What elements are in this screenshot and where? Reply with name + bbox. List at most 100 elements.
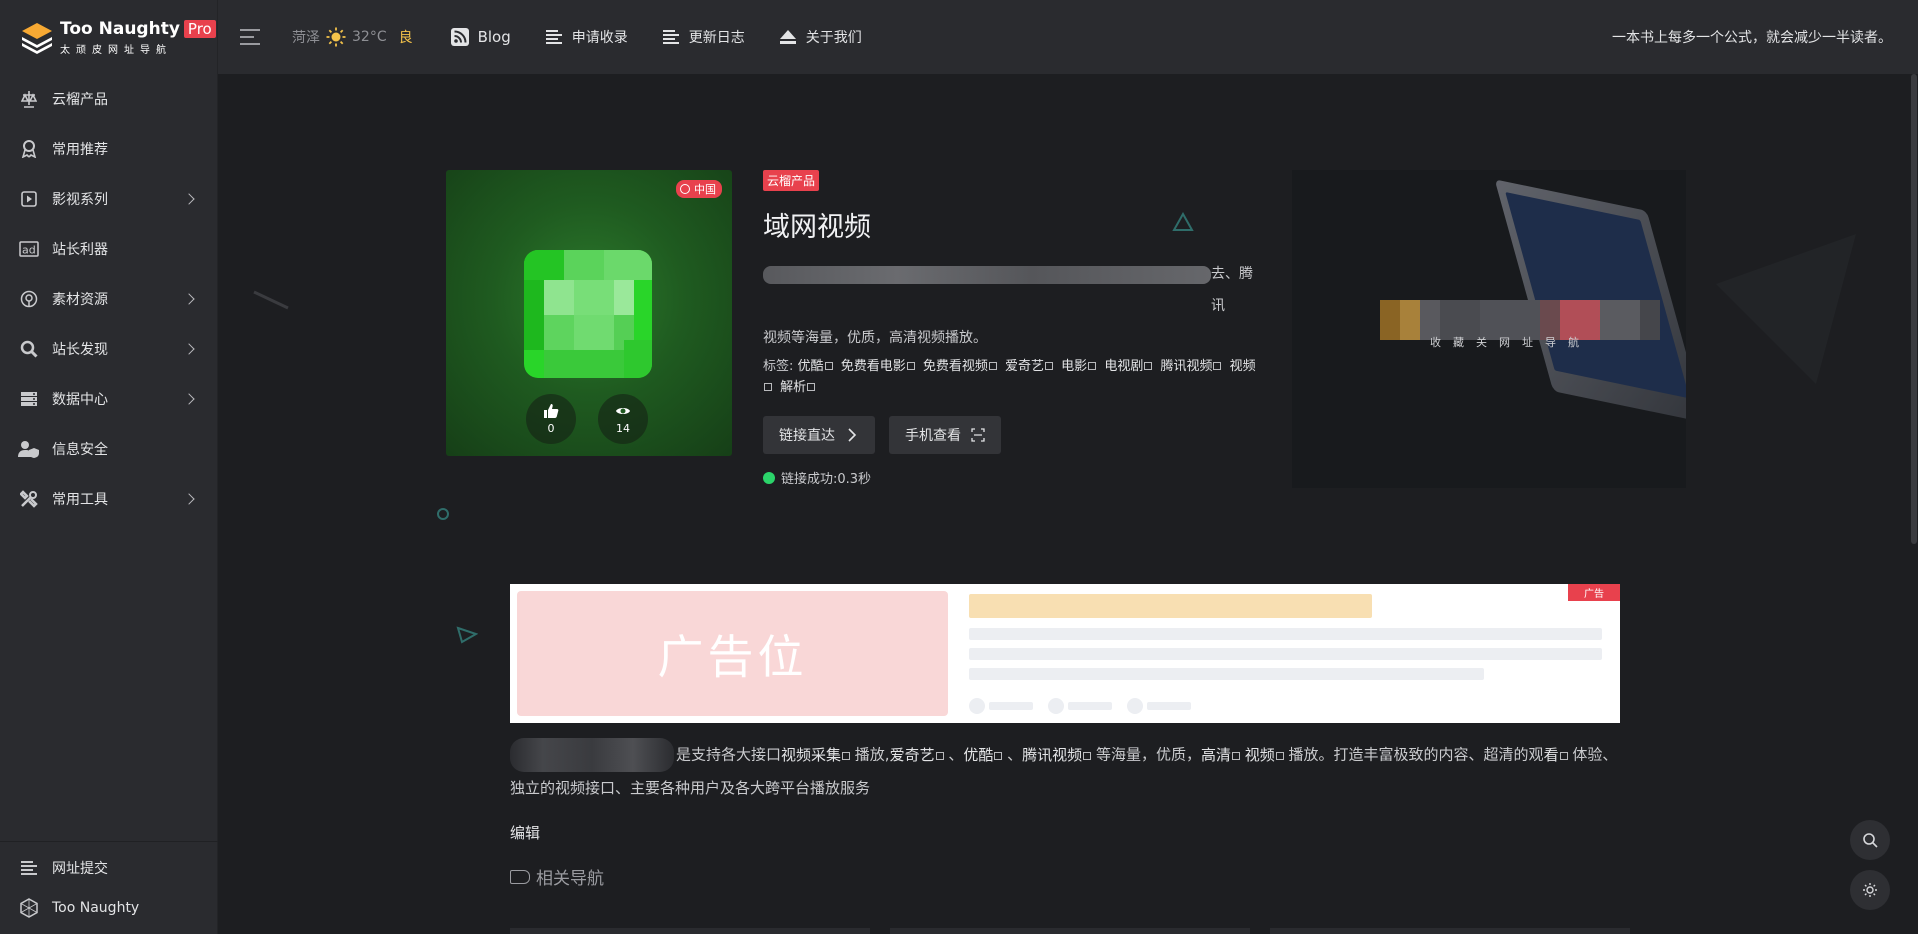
link-watch[interactable]: 看 bbox=[1544, 746, 1568, 764]
link-hd[interactable]: 高清 bbox=[1201, 746, 1240, 764]
ad-text-bar bbox=[969, 668, 1484, 680]
sidebar-item-yunliu[interactable]: 云榴产品 bbox=[0, 74, 217, 124]
line-deco-icon bbox=[253, 290, 289, 310]
sidebar-item-submit-url[interactable]: 网址提交 bbox=[0, 848, 218, 888]
related-nav-label: 相关导航 bbox=[536, 869, 604, 889]
ad-text-bar bbox=[969, 628, 1602, 640]
action-buttons: 链接直达 手机查看 bbox=[763, 416, 1263, 454]
visit-link-label: 链接直达 bbox=[779, 428, 835, 444]
related-card[interactable] bbox=[1270, 928, 1630, 934]
stack-logo-icon bbox=[22, 23, 52, 54]
like-button[interactable]: 0 bbox=[526, 394, 576, 444]
search-float-button[interactable] bbox=[1850, 820, 1890, 860]
description-line-2: 视频等海量，优质，高清视频播放。 bbox=[763, 330, 987, 346]
site-title: 域网视频 bbox=[763, 212, 871, 243]
edit-link[interactable]: 编辑 bbox=[510, 822, 540, 843]
ad-placeholder: 广告位 bbox=[517, 591, 948, 716]
link-status: 链接成功:0.3秒 bbox=[763, 468, 1263, 487]
tag-youku[interactable]: 优酷 bbox=[798, 359, 833, 374]
external-link-icon bbox=[1231, 751, 1240, 760]
header-link-blog[interactable]: Blog bbox=[450, 28, 511, 46]
link-youku[interactable]: 优酷 bbox=[963, 746, 1003, 764]
menu-toggle-icon[interactable] bbox=[240, 27, 264, 47]
tag-free-movies[interactable]: 免费看电影 bbox=[841, 359, 915, 374]
brand-badge: Pro bbox=[183, 19, 216, 38]
mobile-view-button[interactable]: 手机查看 bbox=[889, 416, 1001, 454]
tag-movie[interactable]: 电影 bbox=[1061, 359, 1097, 374]
visit-link-button[interactable]: 链接直达 bbox=[763, 416, 875, 454]
mobile-view-label: 手机查看 bbox=[905, 428, 961, 444]
sidebar-item-label: 站长利器 bbox=[52, 242, 108, 258]
weather-widget[interactable]: 菏泽 32°C 良 bbox=[292, 27, 413, 47]
sidebar-item-tools[interactable]: 常用工具 bbox=[0, 474, 217, 524]
header-link-about[interactable]: 关于我们 bbox=[779, 27, 862, 47]
category-badge[interactable]: 云榴产品 bbox=[763, 170, 820, 191]
sidebar-item-datacenter[interactable]: 数据中心 bbox=[0, 374, 217, 424]
sidebar-item-webmaster-tools[interactable]: ad 站长利器 bbox=[0, 224, 217, 274]
tag-tencent-video[interactable]: 腾讯视频 bbox=[1160, 359, 1222, 374]
external-link-icon bbox=[807, 383, 816, 391]
tag-list: 标签: 优酷 免费看电影 免费看视频 爱奇艺 电影 电视剧 腾讯视频 视频 解析 bbox=[763, 356, 1263, 398]
link-video-collect[interactable]: 视频采集 bbox=[781, 746, 851, 764]
article-text: 是支持各大接口 bbox=[676, 745, 782, 764]
article-text: 、 bbox=[943, 745, 964, 764]
ad-label: 广告 bbox=[1568, 584, 1620, 601]
redacted-text bbox=[763, 266, 1211, 284]
scale-icon bbox=[18, 88, 40, 110]
like-count: 0 bbox=[547, 422, 555, 435]
sidebar-item-recommend[interactable]: 常用推荐 bbox=[0, 124, 217, 174]
ad-banner[interactable]: 广告位 广告 bbox=[510, 584, 1620, 723]
sidebar-item-label: 素材资源 bbox=[52, 292, 108, 308]
triangle-deco-icon bbox=[456, 626, 478, 644]
site-article: 是支持各大接口视频采集 播放,爱奇艺 、优酷 、腾讯视频 等海量，优质，高清 视… bbox=[510, 738, 1620, 804]
tags-label: 标签: bbox=[763, 359, 794, 374]
sidebar-item-resources[interactable]: 素材资源 bbox=[0, 274, 217, 324]
redacted-text bbox=[510, 738, 674, 772]
external-link-icon bbox=[824, 362, 833, 370]
sidebar-item-security[interactable]: 信息安全 bbox=[0, 424, 217, 474]
header-quote: 一本书上每多一个公式，就会减少一半读者。 bbox=[1612, 30, 1892, 46]
sidebar-item-label: 网址提交 bbox=[52, 861, 108, 877]
sidebar-item-label: 数据中心 bbox=[52, 392, 108, 408]
tag-tv-series[interactable]: 电视剧 bbox=[1104, 359, 1153, 374]
triangle-deco-icon bbox=[1716, 234, 1856, 384]
tag-parse[interactable]: 解析 bbox=[780, 380, 816, 395]
sidebar-bottom: 网址提交 Too Naughty bbox=[0, 841, 218, 934]
sidebar-item-label: 站长发现 bbox=[52, 342, 108, 358]
brand-logo[interactable]: Too Naughty Pro 太顽皮网址导航 bbox=[0, 0, 217, 74]
globe-icon bbox=[680, 184, 690, 194]
chevron-right-icon bbox=[848, 428, 857, 442]
video-icon bbox=[18, 188, 40, 210]
header-link-label: 更新日志 bbox=[688, 30, 745, 46]
page-scrollbar[interactable] bbox=[1910, 74, 1918, 934]
tag-iqiyi[interactable]: 爱奇艺 bbox=[1005, 359, 1054, 374]
scrollbar-thumb[interactable] bbox=[1911, 74, 1917, 544]
list-icon bbox=[545, 30, 562, 44]
link-iqiyi[interactable]: 爱奇艺 bbox=[890, 746, 944, 764]
theme-toggle-button[interactable] bbox=[1850, 870, 1890, 910]
external-link-icon bbox=[994, 751, 1003, 760]
tag-free-videos[interactable]: 免费看视频 bbox=[923, 359, 997, 374]
external-link-icon bbox=[1144, 362, 1153, 370]
list-icon bbox=[662, 30, 679, 44]
weather-temp: 32°C bbox=[352, 29, 387, 45]
related-card[interactable] bbox=[890, 928, 1250, 934]
header-link-label: 关于我们 bbox=[805, 30, 862, 46]
chevron-right-icon bbox=[183, 293, 195, 305]
article-text: 等海量，优质， bbox=[1091, 745, 1201, 764]
sidebar-item-too-naughty[interactable]: Too Naughty bbox=[0, 888, 218, 928]
article-text: 、 bbox=[1002, 745, 1023, 764]
sidebar-item-video[interactable]: 影视系列 bbox=[0, 174, 217, 224]
related-card[interactable] bbox=[510, 928, 870, 934]
link-tencent-video[interactable]: 腾讯视频 bbox=[1022, 746, 1092, 764]
chevron-right-icon bbox=[183, 343, 195, 355]
status-text: 链接成功:0.3秒 bbox=[781, 472, 872, 487]
external-link-icon bbox=[1275, 751, 1284, 760]
article-text: 播放, bbox=[850, 745, 890, 764]
link-video[interactable]: 视频 bbox=[1245, 746, 1284, 764]
sidebar-item-discover[interactable]: 站长发现 bbox=[0, 324, 217, 374]
header-link-changelog[interactable]: 更新日志 bbox=[662, 27, 745, 47]
related-nav-heading: 相关导航 bbox=[510, 864, 604, 889]
site-preview-image: 收藏关网址导航 bbox=[1292, 170, 1686, 488]
header-link-apply[interactable]: 申请收录 bbox=[545, 27, 628, 47]
